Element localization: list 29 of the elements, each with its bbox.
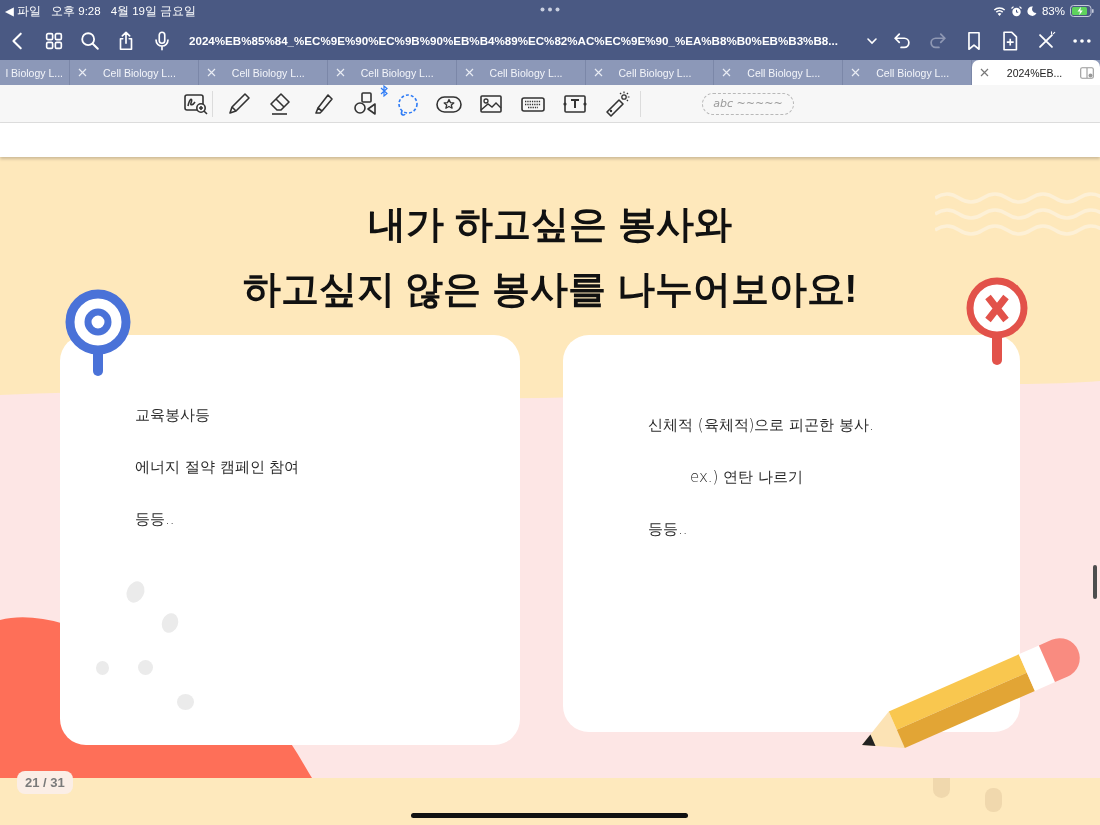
back-to-app-link[interactable]: ◀ 파일 bbox=[5, 3, 42, 19]
document-tab[interactable]: 2024%EB... bbox=[972, 60, 1100, 85]
handwritten-note: 에너지 절약 캠페인 참여 bbox=[135, 457, 300, 477]
split-view-icon[interactable] bbox=[1080, 66, 1094, 79]
shapes-icon[interactable] bbox=[351, 89, 379, 118]
handwritten-note: 등등.. bbox=[135, 509, 175, 529]
grid-icon[interactable] bbox=[43, 30, 65, 52]
laser-pointer-icon[interactable] bbox=[603, 89, 631, 118]
status-time: 오후 9:28 bbox=[51, 3, 101, 19]
handwritten-note: 교육봉사등 bbox=[135, 405, 210, 425]
multitasking-dots-icon[interactable] bbox=[540, 7, 560, 12]
handwriting-field[interactable]: abc ~~~~~ bbox=[702, 92, 794, 115]
search-icon[interactable] bbox=[79, 30, 101, 52]
scrollbar-thumb[interactable] bbox=[1093, 565, 1097, 599]
handwritten-note: 등등.. bbox=[648, 519, 688, 539]
moon-icon bbox=[1026, 6, 1037, 16]
handwritten-note: ex.) 연탄 나르기 bbox=[690, 467, 803, 487]
wifi-icon bbox=[992, 6, 1006, 16]
alarm-clock-icon bbox=[1010, 5, 1022, 17]
slide-title: 내가 하고싶은 봉사와 bbox=[368, 202, 732, 247]
handwritten-note: 신체적 (육체적)으로 피곤한 봉사. bbox=[648, 415, 874, 435]
battery-percentage: 83% bbox=[1041, 5, 1065, 17]
status-date: 4월 19일 금요일 bbox=[110, 3, 197, 19]
chevron-down-icon[interactable] bbox=[866, 35, 878, 47]
slide-title: 하고싶지 않은 봉사를 나누어보아요! bbox=[242, 267, 858, 312]
page-indicator: 21 / 31 bbox=[17, 771, 73, 794]
battery-charging-icon bbox=[1070, 5, 1094, 17]
close-tab-icon[interactable] bbox=[980, 68, 990, 77]
bluetooth-icon bbox=[380, 84, 388, 97]
